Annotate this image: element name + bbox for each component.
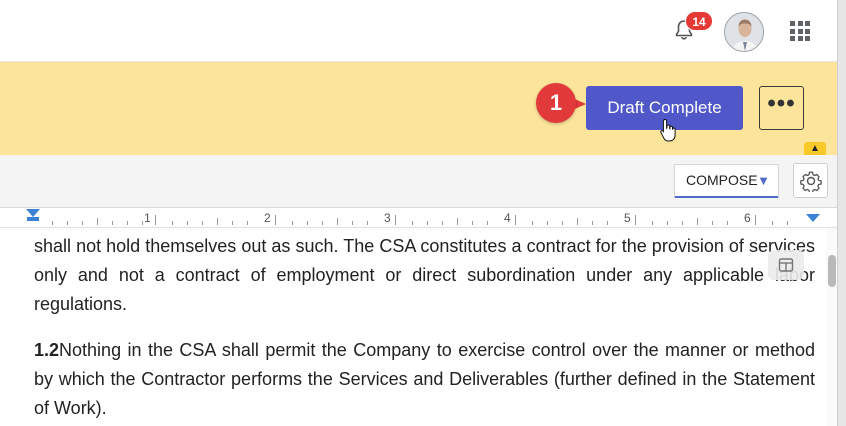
ruler-number: 3 [384, 211, 391, 225]
step-indicator: 1 [536, 83, 576, 123]
ruler-number: 4 [504, 211, 511, 225]
hand-cursor-icon [660, 118, 676, 142]
right-indent-marker[interactable] [806, 214, 820, 222]
gear-icon [800, 171, 822, 192]
top-header: 14 [0, 0, 837, 62]
ruler-number: 1 [144, 211, 151, 225]
document-body[interactable]: shall not hold themselves out as such. T… [0, 228, 824, 426]
panel-icon [778, 258, 794, 272]
layout-panel-icon[interactable] [768, 250, 804, 280]
chevron-down-icon: ▼ [757, 173, 770, 188]
app-window: 14 1 Draft Complete ••• ▲ COMPOSE ▼ 1 2 … [0, 0, 838, 426]
clause-text: Nothing in the CSA shall permit the Comp… [34, 340, 815, 418]
ruler-number: 5 [624, 211, 631, 225]
first-line-indent-marker[interactable] [27, 217, 39, 221]
compose-mode-select[interactable]: COMPOSE ▼ [674, 164, 779, 198]
more-options-button[interactable]: ••• [759, 86, 804, 130]
chevron-up-icon[interactable]: ▲ [804, 142, 826, 155]
settings-button[interactable] [793, 163, 828, 198]
compose-label: COMPOSE [686, 172, 758, 188]
apps-grid-icon[interactable] [790, 21, 810, 41]
paragraph[interactable]: shall not hold themselves out as such. T… [34, 232, 815, 319]
ruler-number: 2 [264, 211, 271, 225]
paragraph[interactable]: 1.2Nothing in the CSA shall permit the C… [34, 336, 815, 423]
ruler-number: 6 [744, 211, 751, 225]
user-avatar[interactable] [724, 12, 764, 52]
window-edge [838, 0, 846, 426]
avatar-photo [725, 13, 763, 51]
left-indent-marker[interactable] [26, 209, 40, 217]
scrollbar-thumb[interactable] [828, 255, 836, 287]
notification-badge[interactable]: 14 [685, 11, 713, 31]
clause-number: 1.2 [34, 340, 60, 360]
document-ruler[interactable]: 1 2 3 4 5 6 [0, 208, 837, 228]
